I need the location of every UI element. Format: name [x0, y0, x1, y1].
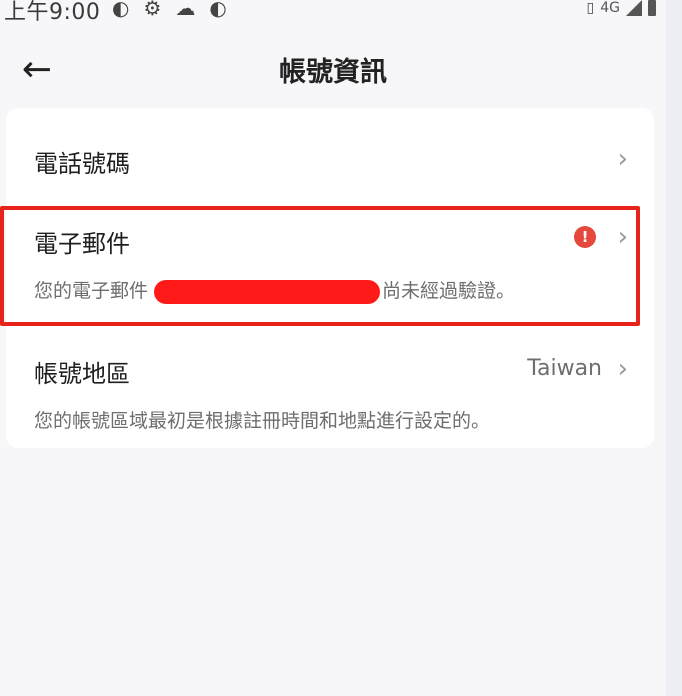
email-status-text: 您的電子郵件 尚未經過驗證。	[34, 276, 515, 304]
notification-icon: ◐	[112, 0, 130, 20]
email-status-prefix: 您的電子郵件	[34, 280, 149, 302]
battery-icon	[648, 0, 656, 16]
status-time: 上午9:00	[4, 0, 101, 25]
signal-icon	[626, 0, 642, 16]
account-region-value: Taiwan	[527, 356, 602, 381]
email-label: 電子郵件	[34, 230, 130, 258]
header: ← 帳號資訊	[0, 40, 666, 96]
vibrate-icon: ▯	[586, 0, 595, 16]
account-info-screen: 上午9:00 ◐ ⚙ ☁ ◐ ▯ 4G ← 帳號資訊 電話號碼 › 電子郵件 !…	[0, 0, 682, 696]
status-icons-right: ▯ 4G	[587, 0, 656, 20]
alert-icon: !	[574, 226, 596, 248]
network-label: 4G	[600, 0, 620, 16]
gear-icon: ⚙	[143, 0, 162, 20]
status-bar: 上午9:00 ◐ ⚙ ☁ ◐ ▯ 4G	[0, 0, 666, 25]
account-region-row[interactable]: 帳號地區 Taiwan › 您的帳號區域最初是根據註冊時間和地點進行設定的。	[6, 324, 654, 448]
account-region-description: 您的帳號區域最初是根據註冊時間和地點進行設定的。	[34, 410, 491, 432]
email-status-suffix: 尚未經過驗證。	[382, 280, 516, 302]
page-title: 帳號資訊	[279, 57, 387, 88]
status-icons-left: ◐ ⚙ ☁ ◐	[112, 0, 227, 20]
cloud-icon: ☁	[175, 0, 196, 20]
notification-icon: ◐	[209, 0, 227, 20]
chevron-right-icon: ›	[617, 222, 628, 252]
phone-number-row[interactable]: 電話號碼 ›	[6, 108, 654, 204]
chevron-right-icon: ›	[617, 354, 628, 384]
email-row[interactable]: 電子郵件 ! › 您的電子郵件 尚未經過驗證。	[6, 204, 654, 324]
adjacent-panel-edge	[666, 0, 682, 696]
phone-number-label: 電話號碼	[34, 150, 130, 178]
chevron-right-icon: ›	[617, 144, 628, 174]
redaction-mark	[154, 279, 381, 304]
account-info-card: 電話號碼 › 電子郵件 ! › 您的電子郵件 尚未經過驗證。 帳號地區 Taiwa…	[0, 108, 654, 448]
account-region-label: 帳號地區	[34, 360, 130, 388]
